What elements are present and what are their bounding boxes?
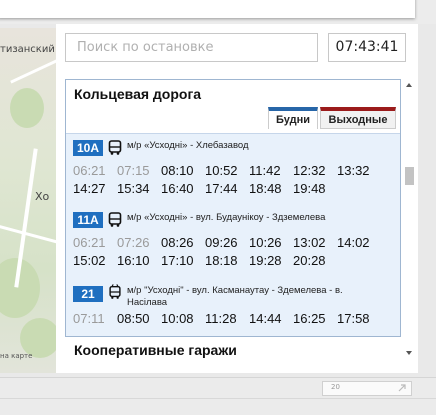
departure-time: 16:40 <box>161 181 194 196</box>
departure-time-past: 07:15 <box>117 163 150 178</box>
departure-times: 07:11 08:50 10:08 11:28 14:44 16:25 17:58 <box>73 310 381 328</box>
scale-value: 20 <box>331 383 340 391</box>
scroll-up-arrow[interactable] <box>406 83 412 87</box>
search-input[interactable] <box>66 34 317 61</box>
route-name: м/р «Усходні» - Хлебазавод <box>127 140 249 151</box>
route-item[interactable]: 11А м/р «Усходні» - вул. Будаунікоу - Зд… <box>66 208 400 278</box>
stop-title: Кольцевая дорога <box>74 86 202 102</box>
departure-time: 14:27 <box>73 181 106 196</box>
departure-time: 11:28 <box>205 311 237 326</box>
route-item[interactable]: 10А м/р «Усходні» - Хлебазавод 06:21 07:1… <box>66 134 400 204</box>
current-time: 07:43:41 <box>328 33 406 62</box>
departure-time: 17:58 <box>337 311 370 326</box>
departure-time: 16:25 <box>293 311 326 326</box>
route-name: Насілава <box>127 297 168 308</box>
map-road <box>0 223 56 246</box>
departure-time: 17:44 <box>205 181 238 196</box>
search-field[interactable] <box>65 33 318 62</box>
route-number-badge: 11А <box>73 212 103 228</box>
departure-time-past: 07:11 <box>73 311 105 326</box>
departure-time-past: 06:21 <box>73 235 106 250</box>
map-road <box>10 55 56 84</box>
departure-time: 20:28 <box>293 253 326 268</box>
departure-time: 10:08 <box>161 311 194 326</box>
departure-time-past: 07:26 <box>117 235 150 250</box>
map-scale: 20 <box>322 381 412 396</box>
departure-time: 16:10 <box>117 253 150 268</box>
trolleybus-icon <box>109 284 121 299</box>
departure-time: 18:48 <box>249 181 282 196</box>
stop-item[interactable]: Кооперативные гаражи <box>65 338 401 364</box>
route-item[interactable]: 21 м/р "Усходні" - вул. Касманаутау - Зд… <box>66 282 400 336</box>
stop-header: Кольцевая дорога Будни Выходные <box>66 80 400 132</box>
departure-time: 14:44 <box>249 311 282 326</box>
departure-time: 10:52 <box>205 163 238 178</box>
route-number-badge: 10А <box>73 140 103 156</box>
tab-weekends[interactable]: Выходные <box>320 107 396 129</box>
departure-time: 08:10 <box>161 163 194 178</box>
departure-time: 09:26 <box>205 235 238 250</box>
timetable-list: 10А м/р «Усходні» - Хлебазавод 06:21 07:1… <box>66 133 400 336</box>
departure-time: 17:10 <box>161 253 194 268</box>
bus-icon <box>108 212 122 227</box>
departure-time: 15:02 <box>73 253 106 268</box>
departure-time: 08:26 <box>161 235 194 250</box>
departure-time: 13:32 <box>337 163 370 178</box>
route-name: м/р "Усходні" - вул. Касманаутау - Здеме… <box>127 285 343 296</box>
map-park <box>10 88 44 128</box>
departure-time: 19:48 <box>293 181 326 196</box>
route-name: м/р «Усходні» - вул. Будаунікоу - Здземе… <box>127 212 326 223</box>
departure-time: 14:02 <box>337 235 370 250</box>
map-label: тизанский <box>0 44 55 55</box>
departure-time: 08:50 <box>117 311 150 326</box>
departure-time: 13:02 <box>293 235 326 250</box>
departure-times: 06:21 07:26 08:26 09:26 10:26 13:02 14:02 15:02… <box>73 234 381 270</box>
departure-time: 12:32 <box>293 163 326 178</box>
map-view[interactable]: тизанский Хо на карте <box>0 28 56 373</box>
top-card <box>0 0 415 18</box>
departure-times: 06:21 07:15 08:10 10:52 11:42 12:32 13:32 14:27… <box>73 162 381 198</box>
stop-title: Кооперативные гаражи <box>74 342 237 358</box>
departure-time: 19:28 <box>249 253 282 268</box>
expand-icon[interactable] <box>397 383 407 393</box>
scroll-down-arrow[interactable] <box>406 351 412 355</box>
scroll-thumb[interactable] <box>405 167 414 185</box>
departure-time: 11:42 <box>249 163 281 178</box>
scrollbar[interactable] <box>403 79 416 361</box>
departure-time: 18:18 <box>205 253 238 268</box>
stop-panel: Кольцевая дорога Будни Выходные 10А м/р … <box>65 79 401 337</box>
tab-weekdays[interactable]: Будни <box>268 107 318 129</box>
route-number-badge: 21 <box>73 286 103 302</box>
departure-time: 10:26 <box>249 235 282 250</box>
map-label: Хо <box>35 190 50 203</box>
departure-time: 15:34 <box>117 181 150 196</box>
map-label: на карте <box>0 352 33 360</box>
divider <box>0 398 436 399</box>
departure-time-past: 06:21 <box>73 163 106 178</box>
bus-icon <box>108 140 122 155</box>
